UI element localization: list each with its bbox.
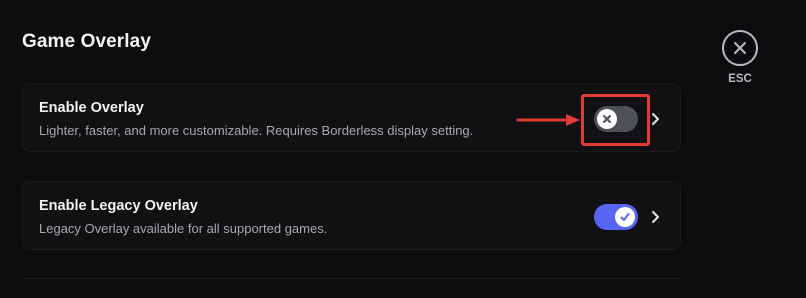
annotation-arrow-icon	[516, 114, 580, 126]
esc-label: ESC	[728, 73, 752, 85]
chevron-right-icon[interactable]	[651, 210, 661, 224]
setting-card-enable-legacy-overlay: Enable Legacy Overlay Legacy Overlay ava…	[22, 181, 681, 250]
annotation-highlight-box	[581, 94, 650, 146]
close-icon	[734, 42, 746, 54]
divider	[22, 278, 681, 279]
close-button[interactable]	[722, 30, 758, 66]
setting-title: Enable Overlay	[39, 100, 144, 116]
setting-description: Lighter, faster, and more customizable. …	[39, 123, 474, 138]
enable-legacy-overlay-toggle[interactable]	[594, 204, 638, 230]
chevron-right-icon[interactable]	[651, 112, 661, 126]
setting-title: Enable Legacy Overlay	[39, 198, 198, 214]
setting-description: Legacy Overlay available for all support…	[39, 221, 328, 236]
toggle-knob	[615, 207, 635, 227]
page-title: Game Overlay	[22, 31, 152, 52]
check-icon	[620, 213, 630, 221]
